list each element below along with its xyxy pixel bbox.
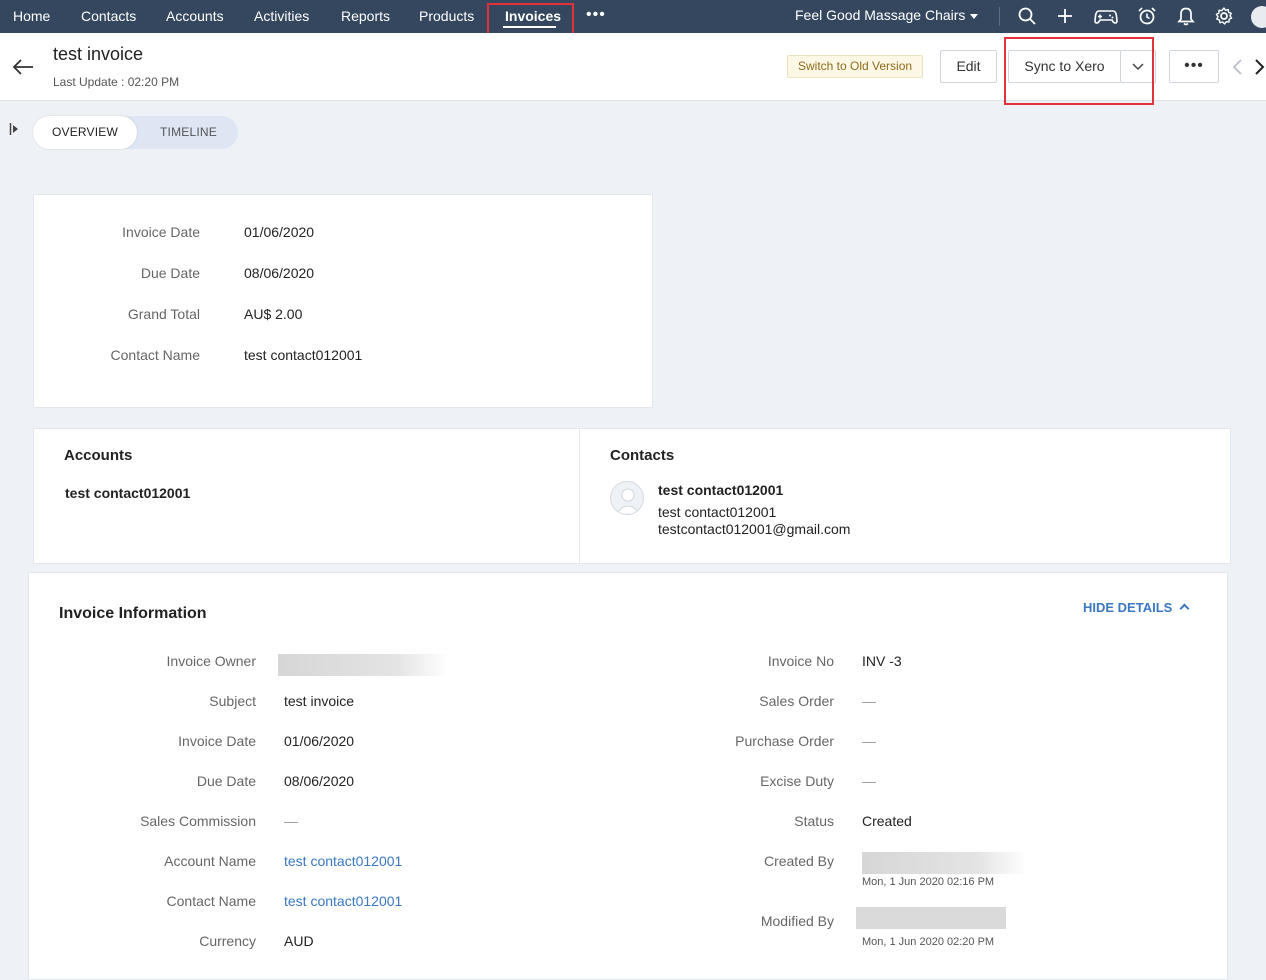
gear-icon[interactable]	[1214, 6, 1234, 26]
nav-activities[interactable]: Activities	[254, 0, 309, 33]
last-update: Last Update : 02:20 PM	[53, 75, 180, 89]
field-label: Created By	[763, 853, 834, 869]
field-label: Account Name	[164, 853, 256, 869]
field-label: Due Date	[196, 773, 256, 789]
summary-label: Grand Total	[127, 306, 200, 322]
field-label: Currency	[199, 933, 256, 949]
plus-icon[interactable]	[1055, 6, 1075, 26]
switch-old-version-button[interactable]: Switch to Old Version	[787, 55, 924, 78]
summary-value: AU$ 2.00	[244, 306, 303, 322]
field-value: —	[862, 773, 876, 789]
summary-label: Invoice Date	[122, 224, 200, 240]
field-label: Status	[794, 813, 834, 829]
created-timestamp: Mon, 1 Jun 2020 02:16 PM	[862, 876, 995, 888]
avatar[interactable]	[1251, 6, 1266, 28]
search-icon[interactable]	[1017, 6, 1037, 26]
nav-contacts[interactable]: Contacts	[81, 0, 136, 33]
field-value: test invoice	[284, 693, 355, 709]
redacted-created-by	[862, 852, 1027, 874]
redacted-modified-by	[856, 907, 1006, 929]
highlight-sync-button	[1004, 37, 1154, 105]
top-nav: Home Contacts Accounts Activities Report…	[0, 0, 1266, 33]
redacted-owner	[278, 654, 448, 676]
invoice-information-card: Invoice Information HIDE DETAILS Invoice…	[28, 572, 1228, 980]
summary-label: Contact Name	[110, 347, 200, 363]
edit-button[interactable]: Edit	[940, 50, 997, 83]
summary-label: Due Date	[140, 265, 200, 281]
field-value: —	[862, 693, 876, 709]
field-label: Invoice Date	[178, 733, 256, 749]
summary-card: Invoice Date 01/06/2020 Due Date 08/06/2…	[33, 194, 653, 408]
user-icon	[615, 488, 641, 514]
hide-details-label: HIDE DETAILS	[1083, 600, 1173, 615]
org-switcher[interactable]: Feel Good Massage Chairs	[795, 0, 979, 33]
field-label: Sales Commission	[140, 813, 256, 829]
field-value: INV -3	[862, 653, 902, 669]
nav-reports[interactable]: Reports	[341, 0, 390, 33]
nav-divider	[999, 7, 1000, 26]
bell-icon[interactable]	[1176, 6, 1196, 26]
summary-value: 01/06/2020	[244, 224, 315, 240]
related-contact-name[interactable]: test contact012001	[658, 482, 783, 498]
org-name: Feel Good Massage Chairs	[795, 7, 966, 23]
related-account-name[interactable]: test contact012001	[65, 485, 190, 501]
back-arrow-icon[interactable]	[12, 57, 34, 77]
divider	[579, 429, 580, 563]
alarm-clock-icon[interactable]	[1137, 6, 1157, 26]
summary-value: test contact012001	[244, 347, 363, 363]
contacts-heading: Contacts	[610, 447, 675, 464]
highlight-invoices-tab	[487, 3, 574, 37]
gamepad-icon[interactable]	[1094, 6, 1118, 26]
more-actions-button[interactable]: •••	[1169, 50, 1219, 83]
related-records-card: Accounts test contact012001 Contacts tes…	[33, 428, 1231, 564]
section-title: Invoice Information	[59, 605, 207, 622]
related-contact-account: test contact012001	[658, 504, 777, 520]
page-title: test invoice	[53, 44, 144, 64]
contact-name-link[interactable]: test contact012001	[284, 893, 402, 909]
field-label: Invoice No	[767, 653, 834, 669]
next-record-icon[interactable]	[1253, 58, 1266, 76]
caret-down-icon	[970, 13, 979, 19]
modified-timestamp: Mon, 1 Jun 2020 02:20 PM	[862, 936, 995, 948]
accounts-heading: Accounts	[64, 447, 133, 464]
field-value: —	[862, 733, 876, 749]
account-name-link[interactable]: test contact012001	[284, 853, 402, 869]
field-label: Sales Order	[759, 693, 834, 709]
field-label: Subject	[209, 693, 256, 709]
contact-avatar	[610, 481, 644, 515]
field-value: Created	[862, 813, 912, 829]
previous-record-icon[interactable]	[1230, 58, 1244, 76]
hide-details-button[interactable]: HIDE DETAILS	[1083, 600, 1190, 615]
field-label: Excise Duty	[760, 773, 834, 789]
nav-products[interactable]: Products	[419, 0, 474, 33]
field-value: AUD	[284, 933, 314, 949]
field-label: Purchase Order	[735, 733, 834, 749]
chevron-up-icon	[1179, 603, 1190, 614]
nav-accounts[interactable]: Accounts	[166, 0, 224, 33]
sidebar-toggle-icon[interactable]	[9, 122, 19, 136]
nav-home[interactable]: Home	[13, 0, 50, 33]
nav-more-button[interactable]: •••	[586, 0, 606, 33]
field-label: Contact Name	[166, 893, 256, 909]
record-tabs: OVERVIEW TIMELINE	[33, 116, 238, 149]
tab-overview[interactable]: OVERVIEW	[33, 116, 137, 149]
field-value: 08/06/2020	[284, 773, 355, 789]
field-value: 01/06/2020	[284, 733, 355, 749]
summary-value: 08/06/2020	[244, 265, 315, 281]
field-label: Invoice Owner	[166, 653, 256, 669]
field-label: Modified By	[760, 913, 834, 929]
tab-timeline[interactable]: TIMELINE	[139, 116, 238, 149]
related-contact-email[interactable]: testcontact012001@gmail.com	[658, 521, 850, 537]
field-value: —	[284, 813, 298, 829]
